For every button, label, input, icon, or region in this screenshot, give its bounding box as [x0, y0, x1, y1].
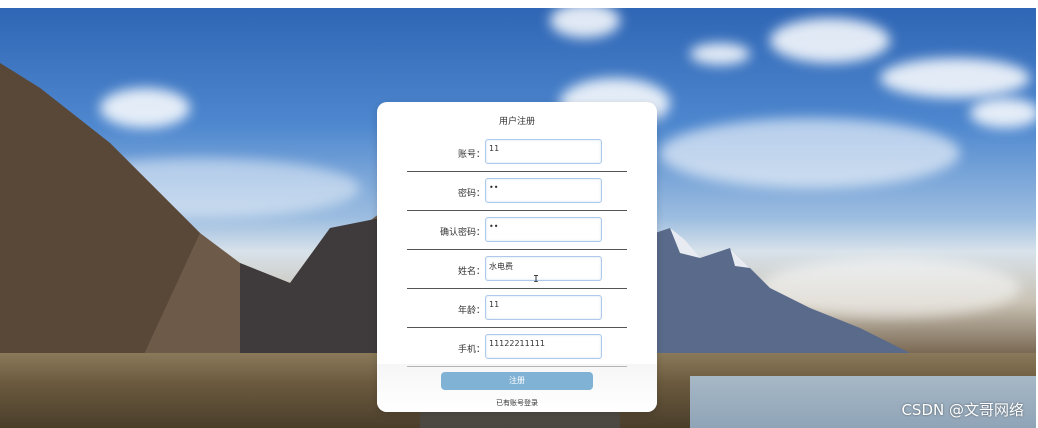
cloud — [550, 8, 620, 38]
phone-input[interactable]: 11122211111 — [485, 334, 602, 359]
password-label: 密码： — [457, 189, 485, 199]
field-row-password: 密码： •• — [407, 173, 627, 211]
register-form: 用户注册 账号： 11 密码： •• 确认密码： •• 姓名： 水电费 年龄： … — [377, 102, 657, 412]
cloud — [690, 43, 750, 65]
form-title: 用户注册 — [498, 117, 535, 127]
watermark: CSDN @文哥网络 — [901, 401, 1024, 419]
cloud — [970, 98, 1036, 128]
age-input[interactable]: 11 — [485, 295, 602, 320]
field-row-age: 年龄： 11 — [407, 290, 627, 328]
field-row-name: 姓名： 水电费 — [407, 251, 627, 289]
name-label: 姓名： — [457, 267, 485, 277]
cloud — [660, 118, 960, 188]
phone-label: 手机： — [457, 345, 485, 355]
field-row-account: 账号： 11 — [407, 134, 627, 172]
account-label: 账号： — [457, 150, 485, 160]
password-input[interactable]: •• — [485, 178, 602, 203]
cloud — [770, 18, 890, 63]
field-row-confirm-password: 确认密码： •• — [407, 212, 627, 250]
confirm-password-label: 确认密码： — [439, 228, 485, 238]
login-link[interactable]: 已有账号登录 — [377, 398, 657, 408]
confirm-password-input[interactable]: •• — [485, 217, 602, 242]
cloud — [880, 58, 1030, 98]
account-input[interactable]: 11 — [485, 139, 602, 164]
text-cursor-icon: I — [533, 274, 540, 285]
field-row-phone: 手机： 11122211111 — [407, 329, 627, 367]
name-input[interactable]: 水电费 — [485, 256, 602, 281]
mountain-left — [0, 63, 380, 363]
register-button[interactable]: 注册 — [441, 372, 593, 390]
age-label: 年龄： — [457, 306, 485, 316]
